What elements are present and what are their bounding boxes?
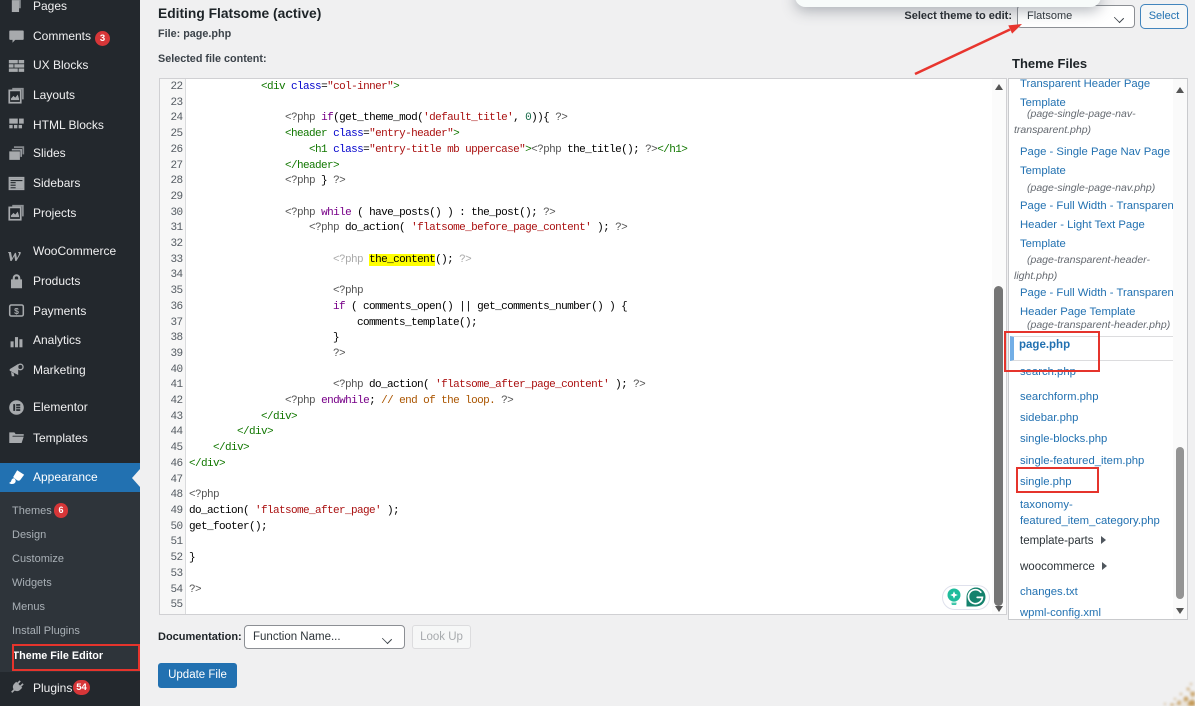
svg-text:$: $ — [14, 306, 19, 316]
